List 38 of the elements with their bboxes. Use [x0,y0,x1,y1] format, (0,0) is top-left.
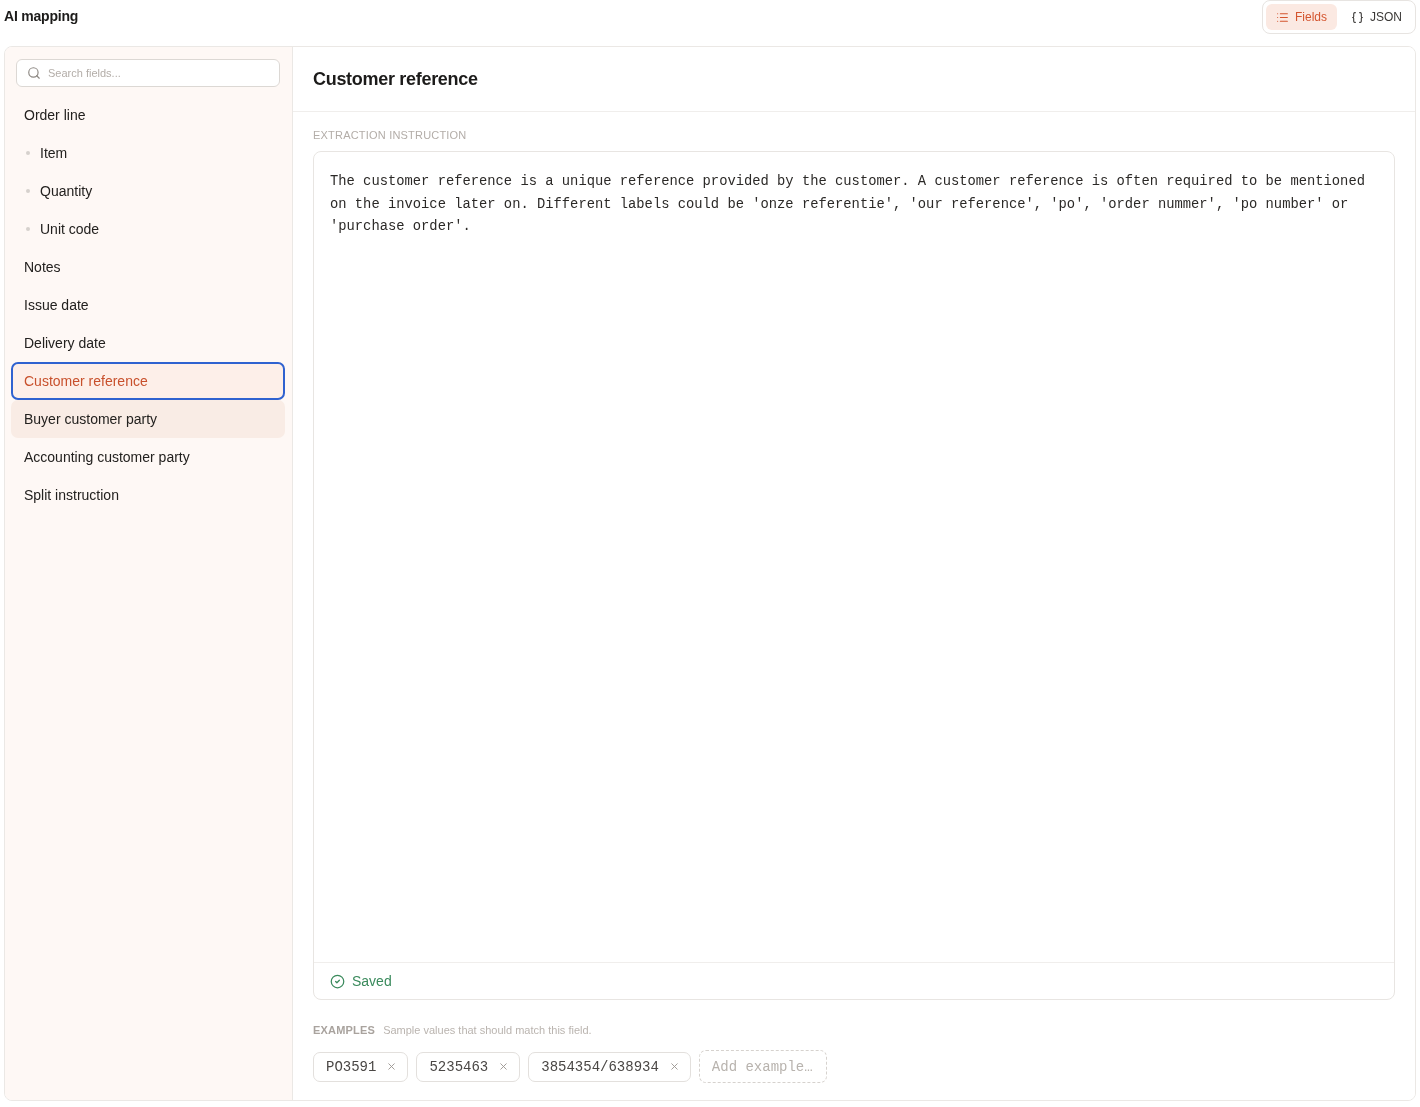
list-icon [1275,10,1289,24]
sidebar-item[interactable]: Notes [11,248,285,286]
sidebar-item[interactable]: Delivery date [11,324,285,362]
section-label: EXAMPLES [313,1023,376,1038]
bullet-icon [26,189,30,193]
sidebar-item[interactable]: Issue date [11,286,285,324]
app-title: AI mapping [4,7,79,25]
sidebar-subitem[interactable]: Unit code [11,210,285,248]
sidebar-item[interactable]: Order line [11,96,285,134]
examples-hint: Sample values that should match this field. [383,1024,592,1036]
sidebar-item[interactable]: Split instruction [11,476,285,514]
sidebar-subitem-label: Unit code [40,221,100,237]
example-chip[interactable]: 3854354/638934 [528,1051,691,1082]
field-title: Customer reference [313,68,478,90]
sidebar-item[interactable]: Accounting customer party [11,438,285,476]
sidebar-item[interactable]: Buyer customer party [11,400,285,438]
search-icon [27,66,41,80]
sidebar-subitem[interactable]: Item [11,134,285,172]
example-chip[interactable]: 5235463 [416,1051,521,1082]
bullet-icon [26,227,30,231]
bullet-icon [26,151,30,155]
search-field[interactable]: Search fields... [16,59,280,87]
section-label: EXTRACTION INSTRUCTION [313,128,468,143]
close-icon[interactable] [386,1061,398,1072]
sidebar-subitem-label: Item [40,145,68,161]
sidebar-item[interactable]: Customer reference [11,362,285,400]
close-icon[interactable] [498,1061,510,1072]
check-circle-icon [330,973,345,989]
sidebar-subitem[interactable]: Quantity [11,172,285,210]
view-tab[interactable]: Fields [1265,4,1337,30]
instruction-field[interactable]: The customer reference is a unique reference provided by the customer. A customer reference is often required to be mentioned on the invoice later on. Different labels could be 'onze referentie', 'our reference', 'po', 'order nummer', 'po number' or 'purchase order'. [314,152,1394,962]
close-icon[interactable] [668,1061,680,1072]
example-chip[interactable]: PO3591 [313,1051,409,1082]
save-status: Saved [352,973,392,989]
view-tab[interactable]: JSON [1341,4,1412,30]
add-example-field[interactable]: Add example… [698,1050,827,1083]
sidebar-subitem-label: Quantity [40,183,93,199]
braces-icon [1351,10,1364,24]
